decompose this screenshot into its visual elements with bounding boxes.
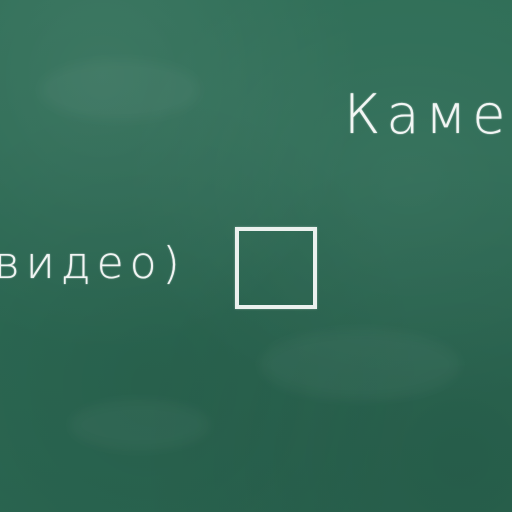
board-title: Каме xyxy=(344,83,512,146)
option-checkbox[interactable] xyxy=(235,227,317,309)
chalk-smudge xyxy=(260,330,460,400)
chalk-smudge xyxy=(70,400,210,450)
chalkboard: Каме видео) xyxy=(0,0,512,512)
chalk-smudge xyxy=(40,60,200,120)
option-label: видео) xyxy=(0,238,186,289)
